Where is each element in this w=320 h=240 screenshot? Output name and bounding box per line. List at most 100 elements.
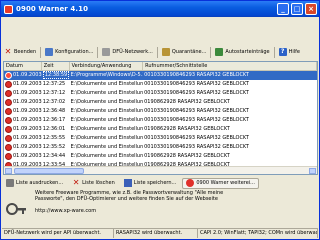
cell-number: 0010330190846293 RASAPI32 GEBLOCKT xyxy=(144,144,249,150)
info-text: Weitere Freeware Programme, wie z.B. die… xyxy=(35,190,224,202)
date-text: 01.09.2003 xyxy=(13,81,42,87)
cell-application: E:\Dokumente und Einstellungen\... xyxy=(70,117,144,123)
column-header-date[interactable]: Datum xyxy=(4,62,42,70)
table-row[interactable]: 01.09.2003 12:35:52 E:\Dokumente und Einst… xyxy=(4,143,317,152)
autostart-icon xyxy=(215,48,224,56)
cell-time: 12:36:01 xyxy=(42,125,70,134)
table-row[interactable]: 01.09.2003 12:37:02 E:\Dokumente und Einst… xyxy=(4,98,317,107)
network-icon xyxy=(102,48,111,56)
help-icon: ? xyxy=(278,48,287,56)
cell-time: 12:35:52 xyxy=(42,143,70,152)
cell-application: E:\Dokumente und Einstellungen\... xyxy=(70,99,144,105)
delete-list-label: Liste löschen xyxy=(82,180,115,186)
blocked-icon xyxy=(5,72,12,79)
cell-application: E:\Dokumente und Einstellungen\... xyxy=(70,153,144,159)
table-row[interactable]: 01.09.2003 12:37:12 E:\Dokumente und Einst… xyxy=(4,89,317,98)
configuration-icon xyxy=(45,48,54,56)
printer-icon xyxy=(6,179,14,187)
table-row[interactable]: 01.09.2003 12:36:48 E:\Dokumente und Einst… xyxy=(4,107,317,116)
recommend-label: 0900 Warner weiterei... xyxy=(196,180,255,186)
cell-time: 12:37:25 xyxy=(42,80,70,89)
time-text: 12:36:48 xyxy=(42,108,66,114)
save-list-label: Liste speichern... xyxy=(133,180,177,186)
toolbar-separator xyxy=(40,46,42,58)
cell-time: 12:37:02 xyxy=(42,98,70,107)
column-header-number[interactable]: Rufnummer/Schnittstelle xyxy=(143,62,317,70)
scroll-thumb[interactable] xyxy=(14,168,84,174)
table-row[interactable]: 01.09.2003 12:38:59 E:\Programme\Windows\D… xyxy=(4,71,317,80)
toolbar-separator xyxy=(210,46,212,58)
table-row[interactable]: 01.09.2003 12:34:44 E:\Dokumente und Einst… xyxy=(4,152,317,161)
cell-date: 01.09.2003 xyxy=(4,80,42,89)
cell-date: 01.09.2003 xyxy=(4,143,42,152)
time-text: 12:36:01 xyxy=(42,126,66,132)
column-header-time[interactable]: Zeit xyxy=(42,62,70,70)
help-label: Hilfe xyxy=(288,49,300,55)
scroll-left-icon[interactable] xyxy=(5,168,12,174)
table-row[interactable]: 01.09.2003 12:35:55 E:\Dokumente und Einst… xyxy=(4,134,317,143)
call-log-list[interactable]: Datum Zeit Verbindung/Anwendung Rufnumme… xyxy=(3,61,318,175)
date-text: 01.09.2003 xyxy=(13,144,42,150)
status-bar: DFÜ-Netzwerk wird per API überwacht. RAS… xyxy=(2,228,318,238)
app-window: 0900 Warner 4.10 _ □ × ✕ Beenden Konfigu… xyxy=(0,0,320,240)
date-text: 01.09.2003 xyxy=(13,72,42,78)
delete-list-button[interactable]: ✕ Liste löschen xyxy=(69,178,118,189)
cell-date: 01.09.2003 xyxy=(4,152,42,161)
horizontal-scrollbar[interactable] xyxy=(4,166,317,174)
date-text: 01.09.2003 xyxy=(13,99,42,105)
configuration-button[interactable]: Konfiguration... xyxy=(43,46,95,58)
cell-time: 12:35:55 xyxy=(42,134,70,143)
quarantine-icon xyxy=(161,48,170,56)
table-row[interactable]: 01.09.2003 12:37:25 E:\Dokumente und Einst… xyxy=(4,80,317,89)
configuration-label: Konfiguration... xyxy=(55,49,94,55)
status-dialup: DFÜ-Netzwerk wird per API überwacht. xyxy=(2,229,114,238)
time-text: 12:34:44 xyxy=(42,153,66,159)
cell-time: 12:38:59 xyxy=(42,71,70,80)
print-list-button[interactable]: Liste ausdrucken... xyxy=(3,178,66,189)
key-icon xyxy=(6,203,26,215)
cell-application: E:\Dokumente und Einstellungen\... xyxy=(70,108,144,114)
cell-application: E:\Dokumente und Einstellungen\... xyxy=(70,144,144,150)
cell-application: E:\Dokumente und Einstellungen\... xyxy=(70,81,144,87)
blocked-icon xyxy=(5,99,12,106)
cell-number: 0190862928 RASAPI32 GEBLOCKT xyxy=(144,126,230,132)
maximize-icon[interactable]: □ xyxy=(291,3,303,15)
list-header: Datum Zeit Verbindung/Anwendung Rufnumme… xyxy=(4,62,317,71)
dialup-network-button[interactable]: DFÜ-Netzwerk... xyxy=(100,46,154,58)
exit-button[interactable]: ✕ Beenden xyxy=(2,46,38,58)
autostart-button[interactable]: Autostarteinträge xyxy=(213,46,271,58)
exit-icon: ✕ xyxy=(4,47,12,56)
cell-number: 0010330190846293 RASAPI32 GEBLOCKT xyxy=(144,90,249,96)
cell-time: 12:37:12 xyxy=(42,89,70,98)
info-text-block: Weitere Freeware Programme, wie z.B. die… xyxy=(35,190,235,230)
column-header-application[interactable]: Verbindung/Anwendung xyxy=(70,62,144,70)
cell-application: E:\Dokumente und Einstellungen\... xyxy=(70,90,144,96)
status-rasapi: RASAPI32 wird überwacht. xyxy=(114,229,198,238)
scroll-right-icon[interactable] xyxy=(309,168,316,174)
blocked-icon xyxy=(5,117,12,124)
quarantine-label: Quarantäne... xyxy=(171,49,207,55)
minimize-icon[interactable]: _ xyxy=(277,3,289,15)
help-button[interactable]: ? Hilfe xyxy=(277,46,302,58)
cell-number: 0010330190846293 RASAPI32 GEBLOCKT xyxy=(144,81,249,87)
close-icon[interactable]: × xyxy=(305,3,317,15)
toolbar-separator xyxy=(97,46,99,58)
recommend-button[interactable]: 0900 Warner weiterei... xyxy=(182,177,259,189)
date-text: 01.09.2003 xyxy=(13,108,42,114)
list-actions-bar: Liste ausdrucken... ✕ Liste löschen List… xyxy=(3,177,319,189)
time-text: 12:35:52 xyxy=(42,144,66,150)
save-icon xyxy=(123,179,132,187)
website-link[interactable]: http://www.xp-ware.com xyxy=(35,208,235,214)
table-row[interactable]: 01.09.2003 12:36:17 E:\Dokumente und Einst… xyxy=(4,116,317,125)
toolbar-separator xyxy=(273,46,275,58)
cell-date: 01.09.2003 xyxy=(4,125,42,134)
save-list-button[interactable]: Liste speichern... xyxy=(121,178,180,189)
quarantine-button[interactable]: Quarantäne... xyxy=(160,46,209,58)
cell-application: E:\Dokumente und Einstellungen\... xyxy=(70,135,144,141)
toolbar-separator xyxy=(156,46,158,58)
exit-label: Beenden xyxy=(14,49,37,55)
title-bar[interactable]: 0900 Warner 4.10 _ □ × xyxy=(1,1,319,17)
list-rows: 01.09.2003 12:38:59 E:\Programme\Windows\D… xyxy=(4,71,317,170)
table-row[interactable]: 01.09.2003 12:36:01 E:\Dokumente und Einst… xyxy=(4,125,317,134)
time-text: 12:38:59 xyxy=(42,71,70,79)
